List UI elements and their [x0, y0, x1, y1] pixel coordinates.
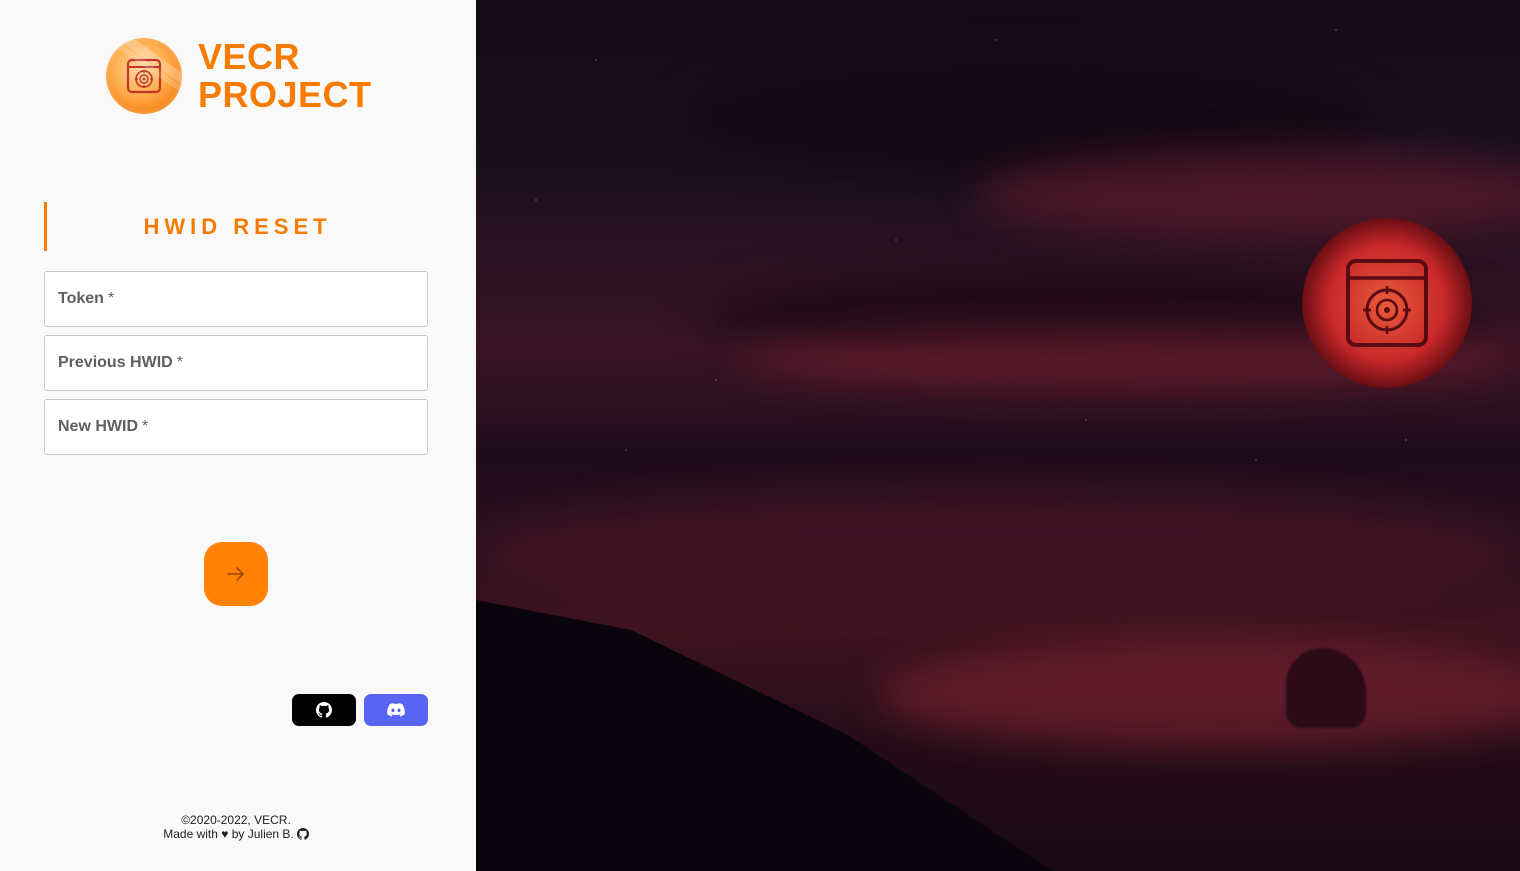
login-panel: VECR PROJECT HWID RESET Token * Previous … [0, 0, 476, 871]
footer: ©2020-2022, VECR. Made with ♥ by Julien … [0, 813, 472, 841]
new-hwid-label: New HWID [58, 418, 138, 435]
arrow-right-icon [227, 567, 244, 581]
github-icon [316, 702, 332, 718]
token-field[interactable]: Token * [44, 271, 428, 327]
new-hwid-field[interactable]: New HWID * [44, 399, 428, 455]
brand-logo [106, 38, 182, 114]
cloud-layer [476, 490, 1520, 610]
brand-line-1: VECR [198, 36, 301, 77]
brand-header[interactable]: VECR PROJECT [106, 38, 372, 114]
github-icon[interactable] [296, 828, 309, 840]
brand-name: VECR PROJECT [198, 38, 372, 114]
footer-credit: Made with ♥ by Julien B. [163, 827, 309, 841]
hero-badge [1302, 218, 1472, 388]
safe-vault-icon [1346, 259, 1428, 347]
copyright-text: ©2020-2022, VECR. [181, 813, 291, 827]
submit-button[interactable] [204, 542, 268, 606]
made-with-text: Made with ♥ by Julien B. [163, 827, 294, 841]
previous-hwid-label: Previous HWID [58, 354, 173, 371]
page-title: HWID RESET [44, 202, 428, 251]
page: VECR PROJECT HWID RESET Token * Previous … [0, 0, 1520, 871]
background-scene [476, 0, 1520, 871]
token-label: Token [58, 290, 104, 307]
required-mark: * [107, 290, 115, 307]
required-mark: * [176, 354, 183, 371]
safe-vault-icon [126, 58, 162, 94]
discord-icon [387, 703, 405, 717]
required-mark: * [142, 418, 149, 435]
github-button[interactable] [292, 694, 356, 726]
brand-line-2: PROJECT [198, 74, 372, 115]
discord-button[interactable] [364, 694, 428, 726]
previous-hwid-field[interactable]: Previous HWID * [44, 335, 428, 391]
